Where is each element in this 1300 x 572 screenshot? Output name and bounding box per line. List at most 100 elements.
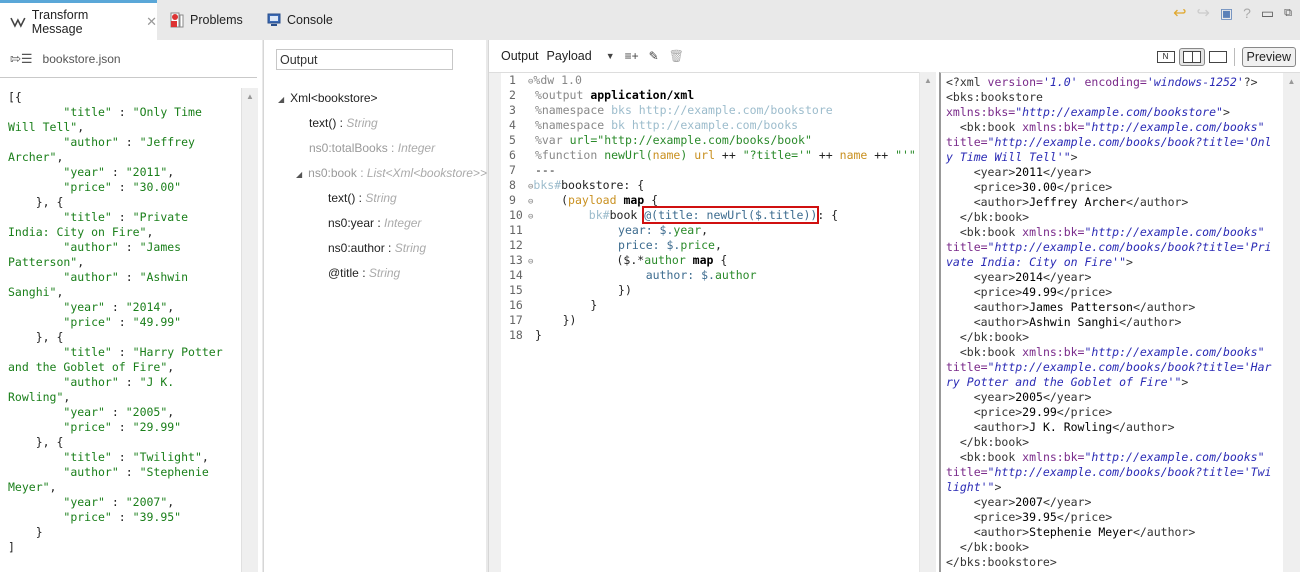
code-text: %var: [534, 133, 570, 147]
tree-node[interactable]: ◢ ns0:book : List<Xml<bookstore>>: [296, 166, 487, 180]
code-text: }: [534, 328, 542, 342]
code-text: bookstore: {: [561, 178, 645, 192]
code-text: %dw 1.0: [533, 73, 582, 87]
code-text: %namespace: [534, 118, 612, 132]
line-number: 7: [509, 163, 516, 177]
scroll-up-icon[interactable]: ▲: [242, 92, 258, 101]
json-line: "year" : "2007",: [63, 495, 175, 509]
code-text: }: [534, 298, 598, 312]
node-type: String: [346, 116, 378, 130]
transform-icon: [10, 17, 26, 28]
minimize-icon[interactable]: ▭: [1261, 5, 1274, 22]
json-editor[interactable]: [{ "title" : "Only Time Will Tell", "aut…: [4, 88, 240, 572]
tab-bar: Transform Message ✕ Problems Console ↩ ↪…: [0, 0, 1300, 40]
xml-line: title="http://example.com/books/book?tit…: [946, 465, 1272, 494]
editor-toolbar: Output Payload ▼ ≡+ ✎ 🗑 N Preview: [489, 40, 1300, 72]
code-text: map: [685, 253, 714, 267]
tree-node[interactable]: text() : String: [309, 116, 378, 130]
code-text: author: $.: [534, 268, 715, 282]
code-text: newUrl(: [604, 148, 653, 162]
scroll-up-icon[interactable]: ▲: [920, 76, 936, 85]
tree-node[interactable]: ns0:year : Integer: [328, 216, 421, 230]
save-icon[interactable]: ▣: [1220, 5, 1233, 22]
code-text: year: $.: [534, 223, 674, 237]
tree-node[interactable]: ◢ Xml<bookstore>: [278, 91, 378, 105]
xml-line: </bk:book>: [946, 210, 1030, 224]
node-name: @title: [328, 266, 359, 280]
json-scrollbar[interactable]: ▲: [241, 88, 258, 572]
problems-icon: [170, 12, 184, 28]
tab-console[interactable]: Console: [267, 0, 333, 40]
expand-triangle-icon[interactable]: ◢: [278, 95, 284, 104]
code-text: url=: [569, 133, 598, 147]
xml-line: <author>Ashwin Sanghi</author>: [946, 315, 1182, 329]
source-only-view-button[interactable]: N: [1156, 51, 1175, 63]
tree-node[interactable]: ns0:author : String: [328, 241, 426, 255]
xml-line: </bk:book>: [946, 540, 1030, 554]
code-text: %output: [534, 88, 591, 102]
code-text: url: [694, 148, 715, 162]
xml-line: <?xml version='1.0' encoding='windows-12…: [946, 75, 1258, 89]
tab-problems[interactable]: Problems: [170, 0, 243, 40]
code-text: ++: [715, 148, 743, 162]
tree-filter-input[interactable]: [276, 49, 453, 70]
editor-scrollbar[interactable]: ▲: [919, 72, 936, 572]
json-line: }: [8, 525, 43, 539]
undo-icon[interactable]: ↩: [1173, 3, 1186, 23]
add-output-icon[interactable]: ≡+: [625, 49, 639, 63]
source-header[interactable]: ⇰☰ bookstore.json: [0, 40, 257, 78]
json-line: "author" : "James Patterson",: [8, 240, 189, 269]
json-line: "year" : "2011",: [63, 165, 175, 179]
divider: [1233, 48, 1235, 66]
line-number: 1: [509, 73, 516, 87]
code-text: }): [534, 313, 577, 327]
split-view-button[interactable]: [1178, 48, 1205, 66]
preview-scrollbar[interactable]: ▲: [1283, 73, 1300, 572]
xml-preview: <?xml version='1.0' encoding='windows-12…: [946, 75, 1276, 570]
code-text: ,: [714, 238, 722, 252]
xml-line: <bk:book xmlns:bk="http://example.com/bo…: [946, 345, 1265, 359]
xml-line: title="http://example.com/books/book?tit…: [946, 360, 1272, 389]
code-text: }): [534, 283, 632, 297]
tree-node[interactable]: text() : String: [328, 191, 397, 205]
chevron-down-icon[interactable]: ▼: [606, 51, 615, 61]
xml-line: <author>Stephenie Meyer</author>: [946, 525, 1196, 539]
code-text: ++: [811, 148, 840, 162]
tab-transform-message[interactable]: Transform Message ✕: [0, 0, 157, 40]
preview-only-view-button[interactable]: [1208, 51, 1227, 63]
xml-line: <author>Jeffrey Archer</author>: [946, 195, 1189, 209]
payload-selector[interactable]: Payload: [547, 49, 592, 63]
code-text: bks http://example.com/bookstore: [611, 103, 833, 117]
code-text: name: [652, 148, 681, 162]
node-type: List<Xml<bookstore>>: [366, 166, 487, 180]
highlighted-attribute-expression: @(title: newUrl($.title)): [642, 206, 820, 224]
json-line: ]: [8, 540, 15, 554]
json-line: "title" : "Private India: City on Fire",: [8, 210, 195, 239]
window-toolbar: ↩ ↪ ▣ ? ▭ ⧉: [1173, 3, 1292, 23]
tree-node[interactable]: ns0:totalBooks : Integer: [309, 141, 435, 155]
trash-icon[interactable]: 🗑: [669, 49, 684, 63]
expand-triangle-icon[interactable]: ◢: [296, 170, 302, 179]
dataweave-editor[interactable]: 1 ⊖%dw 1.0 2 %output application/xml 3 %n…: [489, 72, 919, 572]
code-text: bks#: [533, 178, 562, 192]
preview-button[interactable]: Preview: [1241, 47, 1296, 67]
code-text: : {: [817, 208, 839, 222]
code-text: book: [609, 208, 645, 222]
line-number: 5: [509, 133, 516, 147]
redo-icon[interactable]: ↪: [1196, 3, 1209, 23]
code-text: price: $.: [534, 238, 681, 252]
node-type: String: [365, 191, 397, 205]
tree-node[interactable]: @title : String: [328, 266, 400, 280]
code-text: payload: [568, 193, 617, 207]
help-icon[interactable]: ?: [1243, 5, 1251, 21]
scroll-up-icon[interactable]: ▲: [1283, 77, 1300, 86]
code-text: {: [644, 193, 659, 207]
xml-line: </bk:book>: [946, 330, 1030, 344]
close-icon[interactable]: ✕: [146, 14, 157, 30]
json-line: "price" : "30.00": [63, 180, 182, 194]
restore-icon[interactable]: ⧉: [1284, 7, 1292, 20]
pencil-icon[interactable]: ✎: [649, 49, 659, 63]
xml-line: <author>James Patterson</author>: [946, 300, 1196, 314]
json-line: "year" : "2014",: [63, 300, 175, 314]
xml-line: title="http://example.com/books/book?tit…: [946, 240, 1272, 269]
